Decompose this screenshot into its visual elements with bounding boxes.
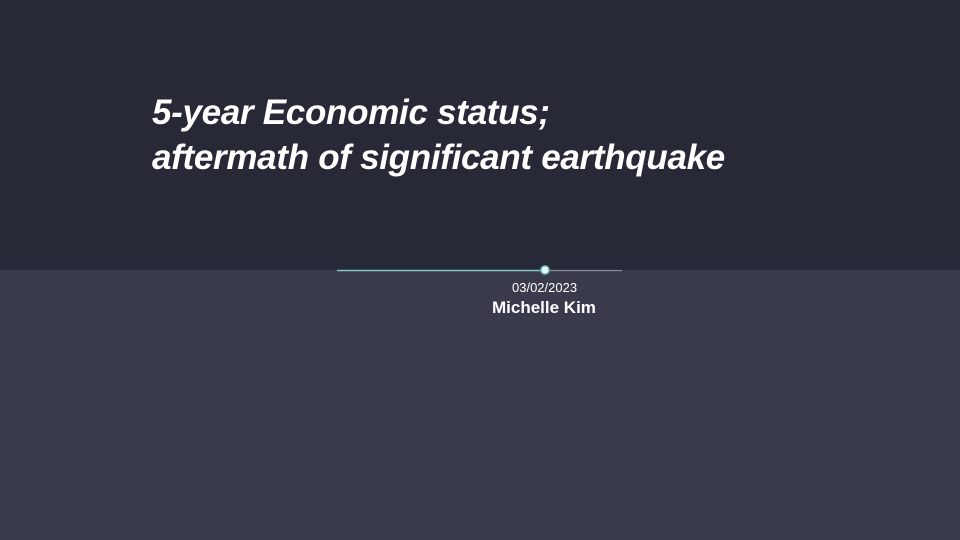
slide-title: 5-year Economic status; aftermath of sig… (152, 90, 912, 180)
presentation-date: 03/02/2023 (512, 280, 578, 295)
body-band (0, 270, 960, 540)
slide-title-line-2: aftermath of significant earthquake (152, 138, 725, 177)
title-slide: 5-year Economic status; aftermath of sig… (0, 0, 960, 540)
presenter-name: Michelle Kim (492, 298, 596, 317)
slide-title-line-1: 5-year Economic status; (152, 93, 550, 132)
